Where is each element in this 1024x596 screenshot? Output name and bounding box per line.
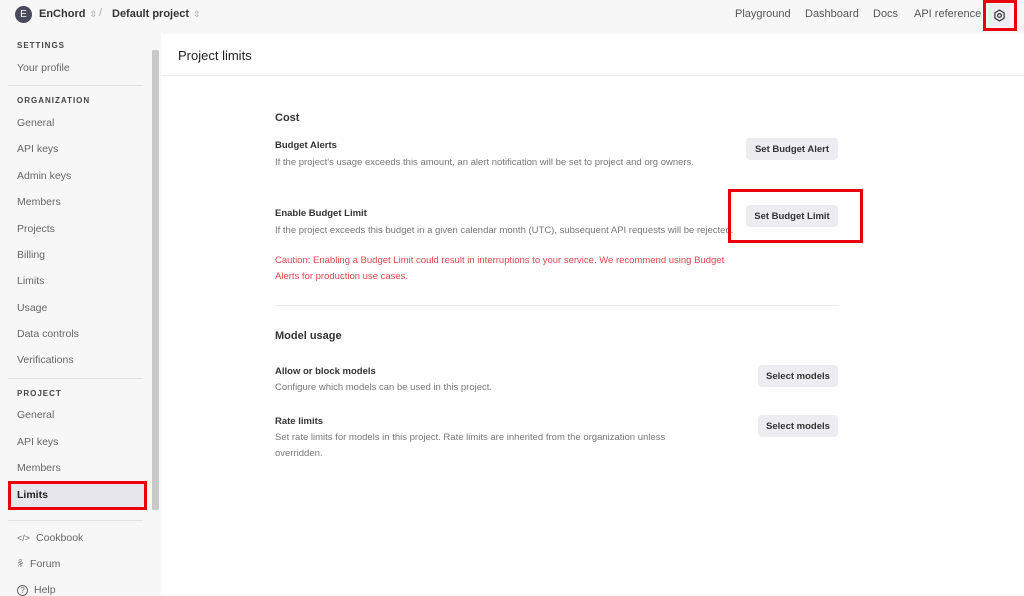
sidebar-item-your-profile[interactable]: Your profile [17,62,70,74]
budget-alerts-title: Budget Alerts [275,140,337,151]
sidebar-item-admin-keys[interactable]: Admin keys [17,170,71,182]
page-title: Project limits [178,48,252,63]
sidebar-link-forum[interactable]: ꆜ Forum [17,558,60,570]
nav-dashboard[interactable]: Dashboard [805,8,859,20]
sidebar-link-help[interactable]: ? Help [17,584,56,596]
sidebar-item-projects[interactable]: Projects [17,223,55,235]
people-icon: ꆜ [17,559,25,569]
divider [8,520,143,521]
sidebar: SETTINGS Your profile ORGANIZATION Gener… [0,32,152,596]
sidebar-scrollbar[interactable] [152,50,159,510]
highlight-box-settings [983,0,1017,31]
allow-block-title: Allow or block models [275,366,376,377]
org-name: EnChord [39,8,86,20]
rate-limits-title: Rate limits [275,416,324,427]
settings-heading: SETTINGS [17,41,66,50]
chevron-updown-icon: ⇳ [89,9,97,19]
main-content: Project limits Cost Budget Alerts If the… [161,34,1024,595]
sidebar-item-usage[interactable]: Usage [17,302,47,314]
forum-label: Forum [30,558,61,570]
breadcrumb-separator: / [99,7,103,19]
organization-heading: ORGANIZATION [17,96,91,105]
sidebar-item-data-controls[interactable]: Data controls [17,328,79,340]
sidebar-item-org-general[interactable]: General [17,117,54,129]
divider [8,85,143,86]
help-label: Help [34,584,56,596]
budget-alerts-desc: If the project's usage exceeds this amou… [275,157,694,168]
sidebar-item-org-members[interactable]: Members [17,196,61,208]
divider [8,378,143,379]
budget-limit-desc: If the project exceeds this budget in a … [275,225,734,236]
allow-block-desc: Configure which models can be used in th… [275,382,493,393]
budget-limit-caution: Caution: Enabling a Budget Limit could r… [275,255,725,282]
chevron-updown-icon: ⇳ [193,9,201,19]
project-heading: PROJECT [17,389,62,398]
project-name: Default project [112,8,190,20]
sidebar-item-billing[interactable]: Billing [17,249,45,261]
sidebar-link-cookbook[interactable]: </> Cookbook [17,532,83,544]
code-icon: </> [17,533,31,543]
nav-docs[interactable]: Docs [873,8,898,20]
cost-heading: Cost [275,112,300,124]
sidebar-item-org-api-keys[interactable]: API keys [17,143,58,155]
org-switcher[interactable]: EnChord ⇳ [39,8,97,20]
sidebar-item-project-members[interactable]: Members [17,462,61,474]
sidebar-item-org-limits[interactable]: Limits [17,275,44,287]
sidebar-item-project-api-keys[interactable]: API keys [17,436,58,448]
org-avatar[interactable]: E [15,6,32,23]
budget-limit-title: Enable Budget Limit [275,208,367,219]
sidebar-item-project-general[interactable]: General [17,409,54,421]
rate-limits-desc: Set rate limits for models in this proje… [275,432,666,459]
header-divider [161,75,1024,76]
select-models-allow-button[interactable]: Select models [758,365,838,387]
project-switcher[interactable]: Default project ⇳ [112,8,201,20]
select-models-rate-button[interactable]: Select models [758,415,838,437]
help-icon: ? [17,585,28,596]
cookbook-label: Cookbook [36,532,84,544]
set-budget-alert-button[interactable]: Set Budget Alert [746,138,838,160]
top-bar: E EnChord ⇳ / Default project ⇳ Playground… [0,0,1024,32]
section-divider [275,305,839,306]
nav-api-reference[interactable]: API reference [914,8,981,20]
model-usage-heading: Model usage [275,330,342,342]
highlight-box-budget-limit [728,189,863,243]
sidebar-item-verifications[interactable]: Verifications [17,354,74,366]
nav-playground[interactable]: Playground [735,8,791,20]
highlight-box-limits [8,481,147,510]
